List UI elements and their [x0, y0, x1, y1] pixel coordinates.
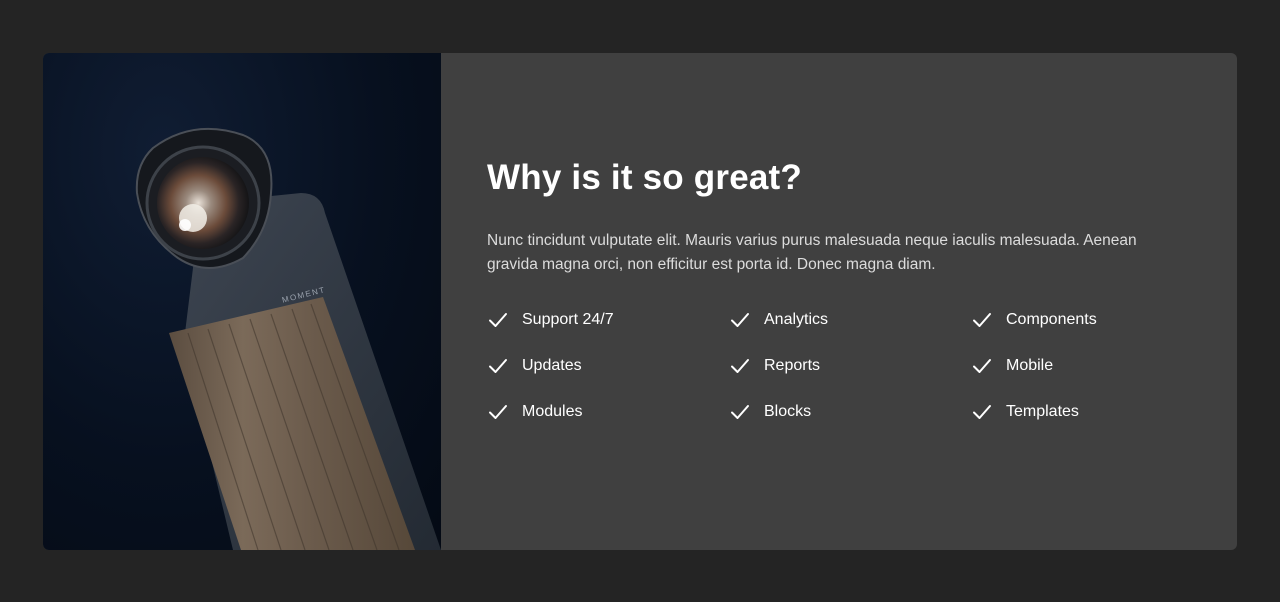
check-icon: [489, 312, 507, 327]
feature-item: Reports: [729, 353, 971, 378]
feature-label: Components: [1006, 310, 1097, 328]
feature-content: Why is it so great? Nunc tincidunt vulpu…: [441, 53, 1237, 550]
section-description: Nunc tincidunt vulputate elit. Mauris va…: [487, 232, 1137, 273]
product-image: MOMENT: [43, 53, 441, 550]
feature-label: Templates: [1006, 402, 1079, 420]
feature-label: Mobile: [1006, 356, 1054, 374]
feature-item: Blocks: [729, 399, 971, 424]
section-title: Why is it so great?: [487, 158, 802, 197]
feature-item: Components: [971, 307, 1213, 332]
feature-item: Analytics: [729, 307, 971, 332]
feature-label: Blocks: [764, 402, 812, 420]
check-icon: [731, 358, 749, 373]
feature-item: Modules: [487, 399, 729, 424]
feature-label: Analytics: [764, 310, 829, 328]
feature-label: Modules: [522, 402, 583, 420]
check-icon: [731, 312, 749, 327]
feature-item: Updates: [487, 353, 729, 378]
feature-item: Templates: [971, 399, 1213, 424]
feature-label: Reports: [764, 356, 821, 374]
feature-list: Support 24/7 Analytics Components Update…: [487, 307, 1237, 424]
check-icon: [973, 312, 991, 327]
check-icon: [973, 404, 991, 419]
check-icon: [489, 358, 507, 373]
phone-lens-illustration: MOMENT: [135, 127, 441, 550]
check-icon: [731, 404, 749, 419]
feature-label: Support 24/7: [522, 310, 614, 328]
feature-card: MOMENT Why is it so great? Nunc tincidun…: [43, 53, 1237, 550]
check-icon: [973, 358, 991, 373]
check-icon: [489, 404, 507, 419]
feature-label: Updates: [522, 356, 582, 374]
feature-item: Mobile: [971, 353, 1213, 378]
feature-item: Support 24/7: [487, 307, 729, 332]
